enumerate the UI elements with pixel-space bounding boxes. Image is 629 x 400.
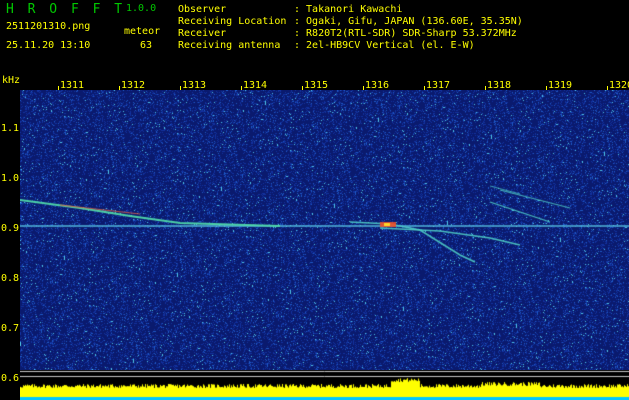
- hrofft-window: { "app": { "title": "H R O F F T", "vers…: [0, 0, 629, 400]
- app-title: H R O F F T: [6, 2, 126, 17]
- y-tick-label: 1.0: [1, 173, 20, 184]
- y-tick-label: 0.8: [1, 273, 20, 284]
- location-label: Receiving Location: [178, 16, 287, 27]
- receiver-value: : R820T2(RTL-SDR) SDR-Sharp 53.372MHz: [294, 28, 517, 39]
- signal-level-panel: [20, 370, 629, 400]
- app-version: 1.0.0: [126, 3, 157, 14]
- y-tick-label: 0.6: [1, 373, 20, 384]
- file-name: 2511201310.png: [6, 21, 91, 32]
- observer-value: : Takanori Kawachi: [294, 4, 403, 15]
- antenna-label: Receiving antenna: [178, 40, 281, 51]
- y-tick-label: 1.1: [1, 123, 20, 134]
- detection-count: 63: [140, 40, 153, 51]
- location-value: : Ogaki, Gifu, JAPAN (136.60E, 35.35N): [294, 16, 523, 27]
- observer-label: Observer: [178, 4, 227, 15]
- y-tick-label: 0.7: [1, 323, 20, 334]
- axis-unit-label: kHz: [2, 75, 21, 86]
- capture-datetime: 25.11.20 13:10: [6, 40, 91, 51]
- receiver-label: Receiver: [178, 28, 227, 39]
- y-tick-label: 0.9: [1, 223, 20, 234]
- antenna-value: : 2el-HB9CV Vertical (el. E-W): [294, 40, 475, 51]
- spectrogram-display: [20, 90, 629, 370]
- detection-mode-label: meteor: [124, 26, 161, 37]
